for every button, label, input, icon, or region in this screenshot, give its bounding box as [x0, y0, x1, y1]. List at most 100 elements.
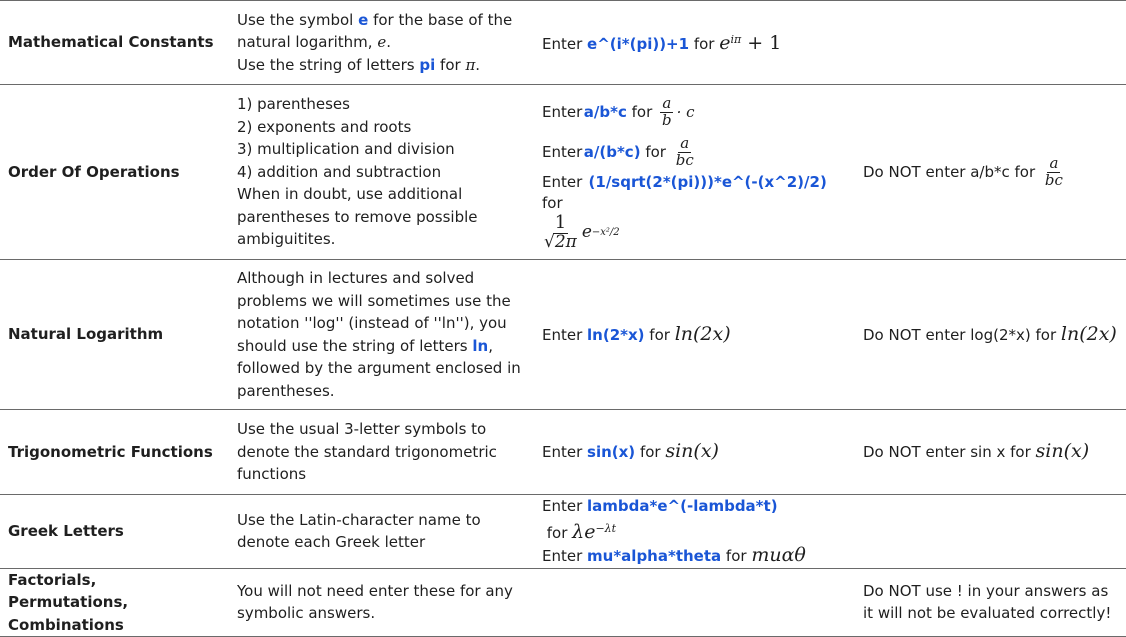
- description-line: 3) multiplication and division: [237, 140, 455, 159]
- example-text: for: [626, 102, 658, 121]
- description-text: ,: [488, 336, 493, 355]
- category-label: Mathematical Constants: [8, 33, 214, 52]
- math-fraction: ab: [660, 95, 674, 129]
- category-label: Natural Logarithm: [8, 325, 164, 344]
- description-line: denote each Greek letter: [237, 533, 426, 552]
- description-text: Use the symbol: [237, 10, 359, 29]
- category-label: Greek Letters: [8, 522, 124, 540]
- category-label: Trigonometric Functions: [8, 442, 213, 461]
- code-snippet: a/b*c: [583, 102, 627, 121]
- row-examples: Enter lambda*e^(-lambda*t) for λe−λt Ent…: [534, 494, 855, 568]
- math-expression: sin(x): [1035, 440, 1090, 463]
- example-text: Enter: [542, 443, 588, 462]
- row-category: Trigonometric Functions: [0, 409, 229, 495]
- row-category: Factorials, Permutations, Combinations: [0, 567, 229, 637]
- description-line: 2) exponents and roots: [237, 117, 412, 136]
- description-text: Use the string of letters: [237, 55, 420, 74]
- math-exponent: −λt: [595, 521, 617, 535]
- description-text: for the base of the: [368, 10, 513, 29]
- math-expression: sin(x): [665, 440, 719, 463]
- code-snippet: pi: [419, 55, 436, 74]
- code-snippet: ln: [472, 336, 489, 355]
- description-line: Although in lectures and solved: [237, 269, 475, 287]
- example-line: Enter a/b*c for a b · c: [542, 92, 847, 132]
- description-line: followed by the argument enclosed in: [237, 359, 521, 377]
- math-expression: ln(2x): [1060, 322, 1117, 345]
- math-fraction: 1 √2π: [542, 213, 579, 253]
- code-snippet: sin(x): [587, 443, 636, 462]
- example-text: Enter: [542, 35, 588, 54]
- description-line: Use the usual 3-letter symbols to: [237, 420, 487, 439]
- math-expression: λe: [572, 520, 596, 543]
- example-line: Enter (1/sqrt(2*(pi)))*e^(-(x^2)/2) for: [542, 172, 847, 214]
- row-description: Use the usual 3-letter symbols to denote…: [229, 409, 534, 495]
- description-line: Use the Latin-character name to: [237, 510, 481, 529]
- row-warning: [855, 0, 1126, 85]
- description-line: 1) parentheses: [237, 95, 350, 114]
- description-line: When in doubt, use additional: [237, 185, 463, 204]
- row-category: Greek Letters: [0, 494, 229, 568]
- code-snippet: a/(b*c): [583, 142, 641, 161]
- syntax-help-table: Mathematical Constants Use the symbol e …: [0, 0, 1126, 637]
- description-line: ambiguitites.: [237, 230, 336, 249]
- code-snippet: lambda*e^(-lambda*t): [587, 497, 778, 515]
- description-line: You will not need enter these for any: [237, 581, 513, 600]
- example-text: for: [635, 443, 666, 462]
- warning-text: Do NOT enter log(2*x) for: [863, 325, 1061, 344]
- description-line: symbolic answers.: [237, 604, 376, 623]
- code-snippet: mu*alpha*theta: [587, 547, 722, 565]
- math-expression: · c: [676, 102, 695, 121]
- math-fraction: a bc: [674, 135, 696, 169]
- row-description: Although in lectures and solved problems…: [229, 259, 534, 410]
- math-exponent: −x²/2: [591, 227, 620, 239]
- math-exponent: iπ: [730, 33, 742, 47]
- description-line: functions: [237, 465, 307, 484]
- warning-text: Do NOT enter a/b*c for: [863, 162, 1040, 181]
- description-line: 4) addition and subtraction: [237, 162, 442, 181]
- example-text: Enter: [542, 497, 588, 515]
- example-text: Enter: [542, 173, 588, 192]
- example-text: Enter: [542, 547, 588, 565]
- code-snippet: (1/sqrt(2*(pi)))*e^(-(x^2)/2): [588, 173, 827, 192]
- example-text: for: [644, 325, 675, 344]
- row-examples: Enter sin(x) for sin(x): [534, 409, 855, 495]
- math-expression: e: [719, 32, 731, 55]
- row-category: Order Of Operations: [0, 84, 229, 260]
- description-text: natural logarithm,: [237, 33, 378, 52]
- row-warning: [855, 494, 1126, 568]
- row-description: Use the symbol e for the base of the nat…: [229, 0, 534, 85]
- row-description: 1) parentheses 2) exponents and roots 3)…: [229, 84, 534, 260]
- math-expression: π: [465, 55, 476, 74]
- description-text: .: [386, 33, 391, 52]
- fraction-denominator: √2π: [544, 232, 577, 253]
- math-expression: e: [581, 222, 592, 243]
- description-line: parentheses.: [237, 381, 335, 400]
- code-snippet: e: [358, 10, 369, 29]
- fraction-denominator: bc: [1044, 170, 1063, 189]
- example-line: 1 √2π e −x²/2: [542, 213, 847, 253]
- example-text: for: [542, 523, 573, 542]
- warning-text: Do NOT use ! in your answers as it will …: [863, 581, 1112, 623]
- example-text: for: [689, 35, 720, 54]
- row-warning: Do NOT enter log(2*x) for ln(2x): [855, 259, 1126, 410]
- description-text: .: [475, 55, 481, 74]
- row-examples: Enter ln(2*x) for ln(2x): [534, 259, 855, 410]
- description-line: parentheses to remove possible: [237, 207, 478, 226]
- description-text: should use the string of letters: [237, 336, 473, 355]
- category-label: Order Of Operations: [8, 162, 180, 181]
- math-expression: muαθ: [751, 544, 806, 566]
- example-line: Enter mu*alpha*theta for muαθ: [542, 544, 847, 568]
- example-line: Enter lambda*e^(-lambda*t) for λe−λt: [542, 495, 847, 544]
- row-warning: Do NOT use ! in your answers as it will …: [855, 567, 1126, 637]
- math-expression: e: [377, 33, 387, 52]
- table-row: Factorials, Permutations, Combinations Y…: [0, 567, 1126, 637]
- row-examples: Enter a/b*c for a b · c Enter a/(b*c) for …: [534, 84, 855, 260]
- example-text: for: [542, 194, 563, 213]
- math-expression: + 1: [741, 32, 782, 55]
- description-line: notation ''log'' (instead of ''ln''), yo…: [237, 314, 507, 332]
- row-description: You will not need enter these for any sy…: [229, 567, 534, 637]
- table-row: Mathematical Constants Use the symbol e …: [0, 0, 1126, 85]
- table-row: Natural Logarithm Although in lectures a…: [0, 259, 1126, 410]
- example-text: Enter: [542, 142, 583, 161]
- example-text: Enter: [542, 102, 583, 121]
